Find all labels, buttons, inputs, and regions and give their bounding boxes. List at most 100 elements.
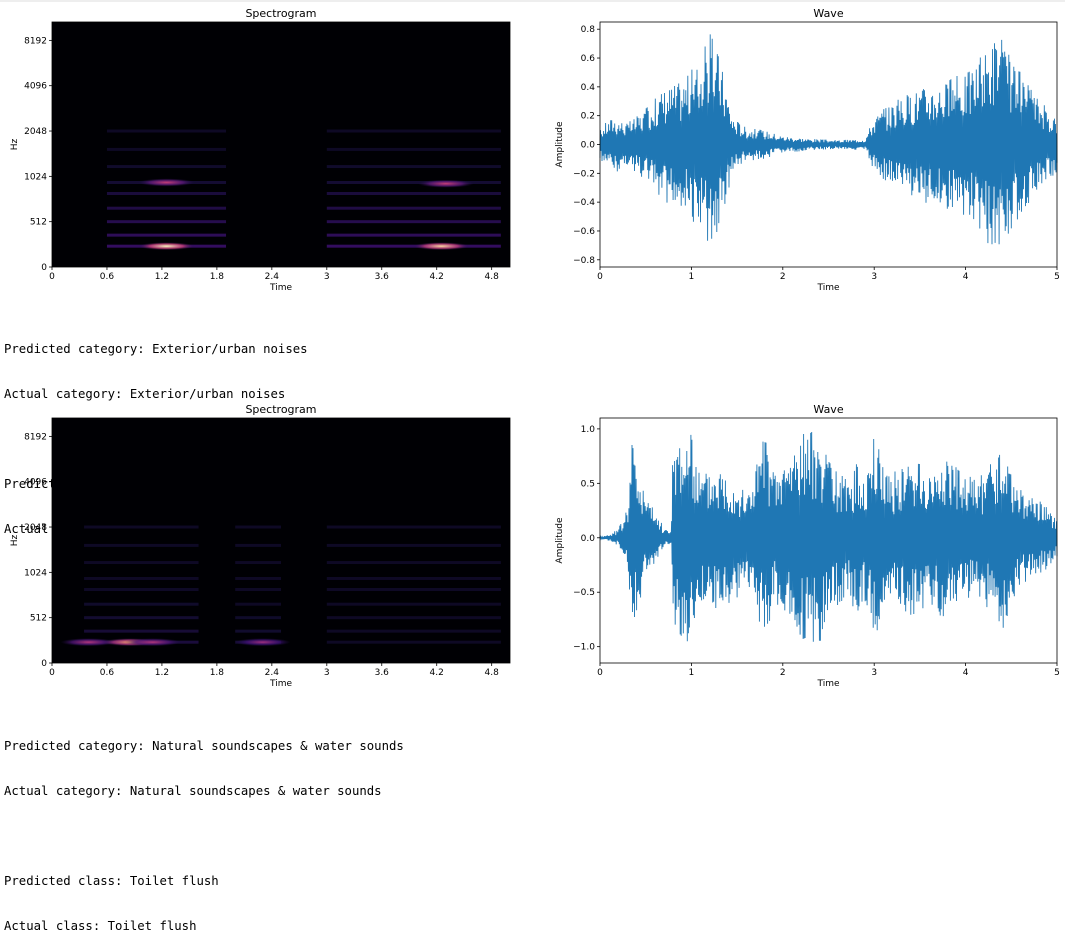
- y-tick-label: 1.0: [581, 425, 596, 435]
- spectral-band: [84, 588, 199, 591]
- figure-2-svg: Spectrogram0 0.6 1.2 1.8 2.4 3 3.6 4.2 4.8051210…: [10, 403, 1060, 689]
- x-tick-label: 0: [49, 668, 55, 678]
- predicted-category: Predicted category: Exterior/urban noise…: [4, 342, 308, 356]
- spectral-band: [84, 576, 199, 580]
- spectral-band: [235, 525, 281, 529]
- spectral-band: [326, 165, 501, 169]
- spectral-band: [84, 629, 199, 633]
- spectral-band: [326, 192, 501, 195]
- spectral-hotspot: [413, 242, 470, 251]
- y-tick-label: −1.0: [573, 643, 595, 653]
- x-axis-label: Time: [816, 283, 839, 293]
- x-tick-label: 0: [597, 668, 603, 678]
- spectral-band: [106, 206, 227, 210]
- spectral-band: [84, 525, 199, 529]
- spectral-band: [326, 233, 501, 237]
- predicted-category: Predicted category: Natural soundscapes …: [4, 739, 404, 753]
- x-tick-label: 4.8: [485, 272, 500, 282]
- spectral-band: [106, 192, 227, 195]
- actual-class: Actual class: Toilet flush: [4, 919, 197, 933]
- y-tick-label: 0: [41, 659, 47, 669]
- x-tick-label: 1.2: [155, 668, 169, 678]
- spectral-hotspot: [138, 178, 195, 187]
- x-tick-label: 0: [49, 272, 55, 282]
- actual-category: Actual category: Natural soundscapes & w…: [4, 784, 382, 798]
- spectrogram-background: [52, 22, 510, 267]
- x-axis-label: Time: [269, 283, 292, 293]
- x-tick-label: 4.2: [430, 272, 444, 282]
- spectral-band: [326, 220, 501, 224]
- spectral-hotspot: [138, 242, 195, 251]
- y-tick-label: 2048: [24, 523, 47, 533]
- predicted-class: Predicted class: Toilet flush: [4, 874, 219, 888]
- spectral-band: [326, 147, 501, 151]
- x-tick-label: 0.6: [100, 668, 115, 678]
- chart-title: Spectrogram: [245, 403, 316, 416]
- spectral-hotspot: [417, 179, 474, 188]
- x-tick-label: 3: [324, 272, 330, 282]
- spectral-band: [106, 147, 227, 151]
- spectral-band: [326, 640, 501, 644]
- y-tick-label: 4096: [24, 82, 47, 92]
- x-axis-label: Time: [816, 679, 839, 689]
- spectral-band: [235, 616, 281, 620]
- x-tick-label: 3.6: [375, 668, 390, 678]
- x-tick-label: 4.2: [430, 668, 444, 678]
- spectral-band: [106, 165, 227, 169]
- x-tick-label: 3: [871, 272, 877, 282]
- x-tick-label: 2.4: [265, 272, 280, 282]
- x-tick-label: 4: [963, 668, 969, 678]
- y-tick-label: 0.6: [581, 54, 596, 64]
- spectral-band: [84, 543, 199, 547]
- y-tick-label: 1024: [24, 568, 47, 578]
- y-axis-label: Hz: [10, 138, 20, 150]
- y-tick-label: 0.8: [581, 25, 596, 35]
- spectral-band: [326, 525, 501, 529]
- x-tick-label: 2.4: [265, 668, 280, 678]
- y-tick-label: 0.2: [581, 112, 595, 122]
- y-tick-label: 0.0: [581, 141, 596, 151]
- figure-2: Spectrogram 0 0.6 1.2 1.8 2.4 3 3.6 4.2 4.8 0 512 10…: [0, 396, 1065, 696]
- spectral-band: [84, 616, 199, 620]
- y-tick-label: 0.5: [581, 479, 595, 489]
- y-tick-label: 1024: [24, 172, 47, 182]
- x-tick-label: 5: [1054, 668, 1060, 678]
- y-axis-label: Amplitude: [555, 121, 565, 168]
- y-tick-label: 0.4: [581, 83, 596, 93]
- chart-title: Spectrogram: [245, 7, 316, 20]
- spectral-band: [106, 129, 227, 133]
- y-axis-label: Hz: [10, 534, 20, 546]
- x-tick-label: 0: [597, 272, 603, 282]
- x-tick-label: 1: [689, 668, 695, 678]
- x-tick-label: 3: [324, 668, 330, 678]
- y-tick-label: 512: [30, 218, 47, 228]
- y-tick-label: −0.4: [573, 198, 595, 208]
- x-tick-label: 0.6: [100, 272, 115, 282]
- spectral-band: [235, 543, 281, 547]
- x-tick-label: 4.8: [485, 668, 500, 678]
- y-tick-label: 512: [30, 614, 47, 624]
- x-tick-label: 2: [780, 668, 786, 678]
- y-tick-label: −0.2: [573, 169, 595, 179]
- spectral-hotspot: [124, 638, 181, 647]
- spectral-band: [326, 129, 501, 133]
- output-text-2: Predicted category: Natural soundscapes …: [4, 709, 404, 949]
- spectral-band: [106, 220, 227, 224]
- x-tick-label: 2: [780, 272, 786, 282]
- spectral-band: [326, 206, 501, 210]
- figure-1: Spectrogram 0 0.6 1.2 1.8 2.4 3 3.6 4.2 4.8 0 512 10…: [0, 0, 1065, 300]
- x-tick-label: 5: [1054, 272, 1060, 282]
- spectral-band: [326, 576, 501, 580]
- y-tick-label: 2048: [24, 127, 47, 137]
- x-tick-label: 3: [871, 668, 877, 678]
- spectral-band: [84, 561, 199, 565]
- y-tick-label: 0.0: [581, 534, 596, 544]
- spectral-band: [326, 588, 501, 591]
- chart-title: Wave: [813, 7, 843, 20]
- spectral-band: [326, 616, 501, 620]
- x-axis-label: Time: [269, 679, 292, 689]
- y-tick-label: 4096: [24, 478, 47, 488]
- y-tick-label: 0: [41, 263, 47, 273]
- x-tick-label: 1.8: [210, 668, 225, 678]
- spectral-band: [106, 233, 227, 237]
